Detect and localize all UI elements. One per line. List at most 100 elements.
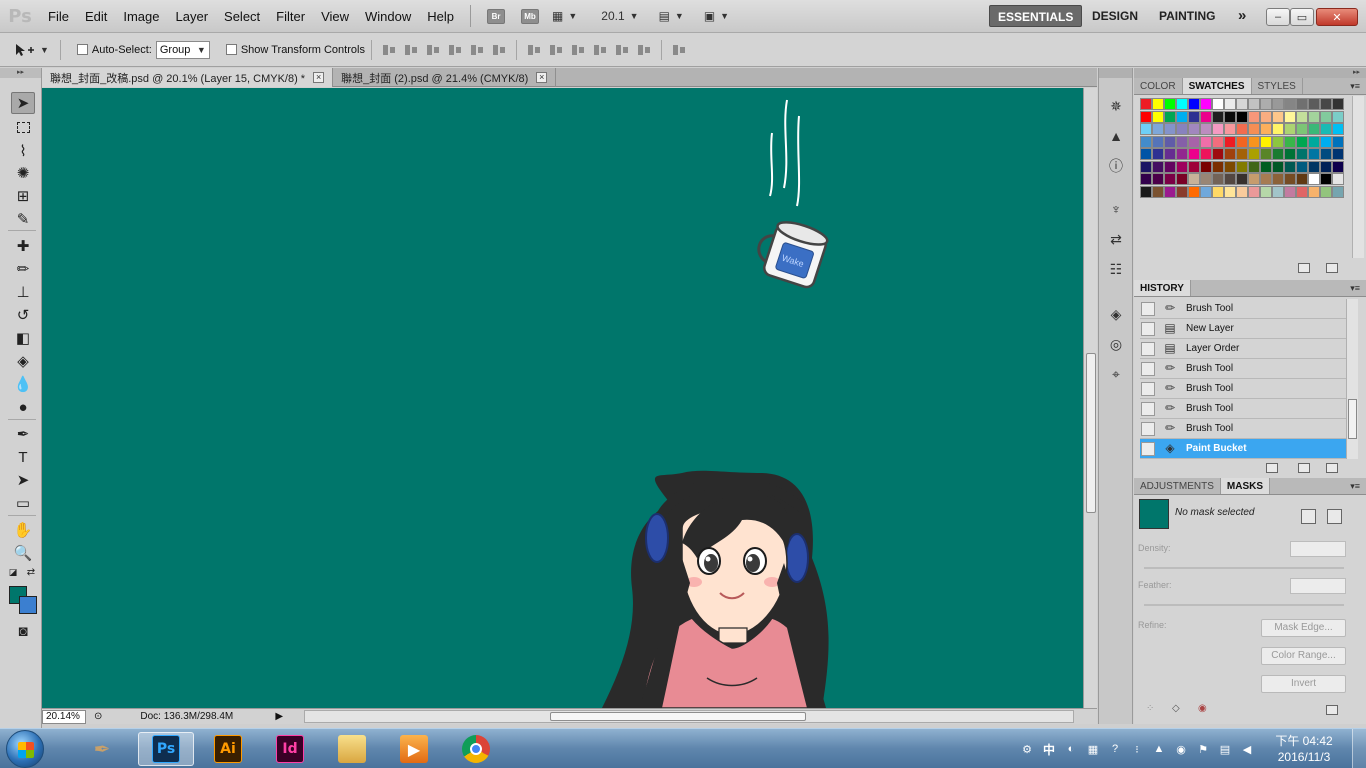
- align-bottom-icon[interactable]: [425, 42, 441, 58]
- color-swatch[interactable]: [1332, 123, 1344, 135]
- color-swatch[interactable]: [1308, 185, 1320, 198]
- scrollbar-thumb[interactable]: [550, 712, 806, 721]
- menu-image[interactable]: Image: [115, 0, 167, 33]
- color-swatch[interactable]: [1200, 185, 1212, 198]
- paths-icon[interactable]: ⌖: [1106, 364, 1126, 384]
- help-icon[interactable]: ?: [1108, 742, 1122, 756]
- healing-brush-tool-icon[interactable]: ✚: [11, 235, 35, 257]
- camera-snapshot-icon[interactable]: [1298, 463, 1310, 473]
- color-swatch[interactable]: [1248, 123, 1260, 135]
- history-brush-source-checkbox[interactable]: [1141, 361, 1155, 376]
- taskbar-illustrator[interactable]: Ai: [200, 732, 256, 766]
- language-icon[interactable]: ⚙: [1020, 742, 1034, 756]
- color-swatch[interactable]: [1176, 135, 1188, 148]
- info-icon[interactable]: ⓘ: [1106, 156, 1126, 176]
- color-swatch[interactable]: [1296, 173, 1308, 185]
- add-vector-mask-icon[interactable]: [1327, 509, 1342, 524]
- color-swatch[interactable]: [1248, 148, 1260, 160]
- history-brush-source-checkbox[interactable]: [1141, 421, 1155, 436]
- move-tool-icon[interactable]: ➤: [11, 92, 35, 114]
- mask-edge-button[interactable]: Mask Edge...: [1261, 619, 1346, 637]
- color-swatch[interactable]: [1176, 123, 1188, 135]
- color-swatch[interactable]: [1212, 123, 1224, 135]
- color-swatch[interactable]: [1308, 135, 1320, 148]
- color-swatch[interactable]: [1308, 110, 1320, 123]
- mini-bridge-button[interactable]: Mb: [521, 8, 540, 24]
- color-swatch[interactable]: [1272, 123, 1284, 135]
- history-brush-source-checkbox[interactable]: [1141, 321, 1155, 336]
- color-swatch[interactable]: [1248, 160, 1260, 173]
- color-swatch[interactable]: [1236, 185, 1248, 198]
- trash-icon[interactable]: [1326, 263, 1338, 273]
- color-swatch[interactable]: [1152, 135, 1164, 148]
- history-brush-tool-icon[interactable]: ↺: [11, 304, 35, 326]
- color-swatch[interactable]: [1188, 98, 1200, 110]
- show-hidden-icons-icon[interactable]: ▲: [1152, 742, 1166, 756]
- color-swatch[interactable]: [1260, 173, 1272, 185]
- color-swatch[interactable]: [1176, 148, 1188, 160]
- color-swatch[interactable]: [1332, 110, 1344, 123]
- color-swatch[interactable]: [1320, 148, 1332, 160]
- color-swatch[interactable]: [1296, 98, 1308, 110]
- blur-tool-icon[interactable]: 💧: [11, 373, 35, 395]
- color-swatch[interactable]: [1176, 98, 1188, 110]
- history-state[interactable]: ▤ New Layer: [1140, 319, 1350, 339]
- align-left-icon[interactable]: [447, 42, 463, 58]
- color-swatch[interactable]: [1320, 110, 1332, 123]
- color-swatch[interactable]: [1152, 110, 1164, 123]
- color-swatch[interactable]: [1248, 98, 1260, 110]
- color-swatch[interactable]: [1164, 135, 1176, 148]
- new-document-from-state-icon[interactable]: [1266, 463, 1278, 473]
- color-swatch[interactable]: [1188, 185, 1200, 198]
- history-state[interactable]: ▤ Layer Order: [1140, 339, 1350, 359]
- color-swatch[interactable]: [1164, 110, 1176, 123]
- color-swatch[interactable]: [1164, 148, 1176, 160]
- menu-help[interactable]: Help: [419, 0, 462, 33]
- brush-presets-icon[interactable]: ♆: [1106, 199, 1126, 219]
- trash-icon[interactable]: [1326, 705, 1338, 715]
- color-swatch[interactable]: [1200, 135, 1212, 148]
- color-swatch[interactable]: [1260, 185, 1272, 198]
- color-swatch[interactable]: [1212, 148, 1224, 160]
- color-swatch[interactable]: [1212, 160, 1224, 173]
- menu-edit[interactable]: Edit: [77, 0, 115, 33]
- color-swatch[interactable]: [1260, 110, 1272, 123]
- history-state[interactable]: ◈ Paint Bucket: [1140, 439, 1350, 459]
- color-swatch[interactable]: [1212, 135, 1224, 148]
- color-swatch[interactable]: [1284, 173, 1296, 185]
- color-swatch[interactable]: [1140, 185, 1152, 198]
- start-button[interactable]: [6, 730, 44, 768]
- density-slider[interactable]: [1144, 567, 1344, 569]
- color-swatch[interactable]: [1320, 173, 1332, 185]
- status-info-icon[interactable]: ⊙: [94, 711, 102, 722]
- trash-icon[interactable]: [1326, 463, 1338, 473]
- color-swatch[interactable]: [1224, 173, 1236, 185]
- color-swatch[interactable]: [1188, 110, 1200, 123]
- new-swatch-icon[interactable]: [1298, 263, 1310, 273]
- color-swatch[interactable]: [1296, 123, 1308, 135]
- panel-menu-icon[interactable]: ▾≡: [1350, 81, 1360, 92]
- color-swatch[interactable]: [1164, 123, 1176, 135]
- color-swatch[interactable]: [1224, 123, 1236, 135]
- color-swatch[interactable]: [1332, 160, 1344, 173]
- taskbar-explorer[interactable]: [324, 732, 380, 766]
- quick-mask-icon[interactable]: ◙: [11, 620, 35, 642]
- color-swatch[interactable]: [1140, 173, 1152, 185]
- swap-colors-icon[interactable]: ⇄: [24, 565, 38, 579]
- tool-presets-icon[interactable]: ☷: [1106, 259, 1126, 279]
- eraser-tool-icon[interactable]: ◧: [11, 327, 35, 349]
- default-colors-icon[interactable]: ◪: [6, 565, 20, 579]
- tab-history[interactable]: HISTORY: [1134, 280, 1191, 296]
- color-swatch[interactable]: [1272, 185, 1284, 198]
- auto-select-dropdown[interactable]: Group ▼: [155, 40, 210, 59]
- histogram-icon[interactable]: ▲: [1106, 126, 1126, 146]
- color-swatch[interactable]: [1320, 185, 1332, 198]
- type-tool-icon[interactable]: T: [11, 446, 35, 468]
- tools-panel-grip[interactable]: ▸▸: [0, 68, 41, 78]
- document-tab-active[interactable]: 聯想_封面_改稿.psd @ 20.1% (Layer 15, CMYK/8) …: [42, 68, 334, 87]
- load-selection-icon[interactable]: ⁘: [1146, 703, 1154, 714]
- taskbar-indesign[interactable]: Id: [262, 732, 318, 766]
- panel-menu-icon[interactable]: ▾≡: [1350, 283, 1360, 294]
- color-swatch[interactable]: [1260, 98, 1272, 110]
- minimize-button[interactable]: –: [1266, 8, 1290, 26]
